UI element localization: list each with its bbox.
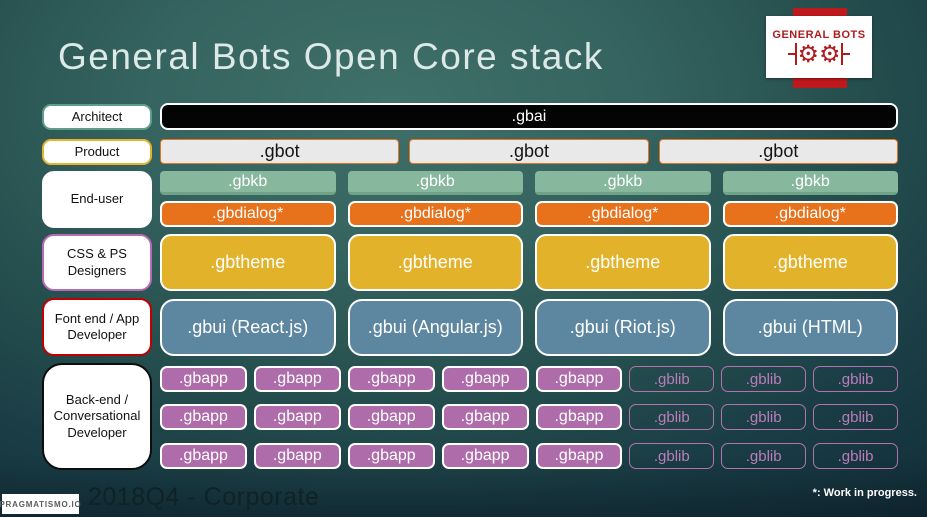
row-gbdialog: .gbdialog* .gbdialog* .gbdialog* .gbdial… [160,201,898,227]
gear-icon: ⚙ [797,39,819,68]
gbui-react-box: .gbui (React.js) [160,299,336,356]
gbapp-box: .gbapp [535,366,623,392]
gbtheme-box: .gbtheme [347,234,523,291]
gbapp-box: .gbapp [160,404,247,430]
row-label-end-user: End-user [42,171,152,228]
gblib-box: .gblib [629,404,715,430]
gbdialog-box: .gbdialog* [160,201,336,227]
row-label-product: Product [42,139,152,165]
row-gbtheme: .gbtheme .gbtheme .gbtheme .gbtheme [160,234,898,291]
gbdialog-box: .gbdialog* [347,201,523,227]
gbapp-box: .gbapp [347,443,435,469]
gblib-box: .gblib [721,443,807,469]
gbapp-box: .gbapp [441,443,529,469]
gblib-box: .gblib [629,366,715,392]
row-gbot: .gbot .gbot .gbot [160,139,898,164]
gbapp-box: .gbapp [160,443,247,469]
row-gbkb: .gbkb .gbkb .gbkb .gbkb [160,171,898,195]
gbapp-box: .gbapp [253,443,341,469]
gbdialog-box: .gbdialog* [535,201,711,227]
gbot-box: .gbot [658,139,898,164]
slide-background: General Bots Open Core stack GENERAL BOT… [0,0,927,517]
row-gbapp-gblib-1: .gbapp .gbapp .gbapp .gbapp .gbapp .gbli… [160,366,898,392]
gbtheme-box: .gbtheme [722,234,898,291]
gbkb-box: .gbkb [722,171,898,195]
gbui-riot-box: .gbui (Riot.js) [535,299,711,356]
gbapp-box: .gbapp [253,404,341,430]
row-label-frontend-developer: Font end / App Developer [42,298,152,356]
row-label-designers: CSS & PS Designers [42,234,152,291]
gbot-box: .gbot [160,139,400,164]
gblib-box: .gblib [813,404,898,430]
row-label-backend-developer: Back-end / Conversational Developer [42,363,152,470]
gears-icon: ⚙ ⚙ [788,39,850,68]
gbui-html-box: .gbui (HTML) [722,299,898,356]
pragmatismo-badge: PRAGMATISMO.IO [0,494,81,514]
gbapp-box: .gbapp [535,404,623,430]
general-bots-logo: GENERAL BOTS ⚙ ⚙ [766,16,872,78]
gbapp-box: .gbapp [347,366,435,392]
gblib-box: .gblib [721,366,807,392]
gbai-box: .gbai [160,103,898,130]
logo-text: GENERAL BOTS [772,28,866,41]
row-gbapp-gblib-2: .gbapp .gbapp .gbapp .gbapp .gbapp .gbli… [160,404,898,430]
gbdialog-box: .gbdialog* [722,201,898,227]
gblib-box: .gblib [721,404,807,430]
gblib-box: .gblib [813,366,898,392]
gbkb-box: .gbkb [347,171,523,195]
work-in-progress-note: *: Work in progress. [812,487,917,499]
gear-line-left [788,52,796,55]
gbapp-box: .gbapp [347,404,435,430]
gbapp-box: .gbapp [441,404,529,430]
gbapp-box: .gbapp [441,366,529,392]
row-gbui: .gbui (React.js) .gbui (Angular.js) .gbu… [160,299,898,356]
row-gbai: .gbai [160,103,898,130]
gblib-box: .gblib [629,443,715,469]
gbui-angular-box: .gbui (Angular.js) [347,299,523,356]
gbapp-box: .gbapp [253,366,341,392]
gbkb-box: .gbkb [535,171,711,195]
gbapp-box: .gbapp [160,366,247,392]
gbtheme-box: .gbtheme [160,234,336,291]
gbtheme-box: .gbtheme [535,234,711,291]
gbkb-box: .gbkb [160,171,336,195]
row-gbapp-gblib-3: .gbapp .gbapp .gbapp .gbapp .gbapp .gbli… [160,443,898,469]
edition-label: 2018Q4 - Corporate [88,483,320,511]
page-title: General Bots Open Core stack [58,36,604,77]
row-label-architect: Architect [42,104,152,130]
gblib-box: .gblib [813,443,898,469]
gear-line-right [842,52,850,55]
gbot-box: .gbot [409,139,649,164]
gear-icon: ⚙ [819,39,841,68]
gbapp-box: .gbapp [535,443,623,469]
